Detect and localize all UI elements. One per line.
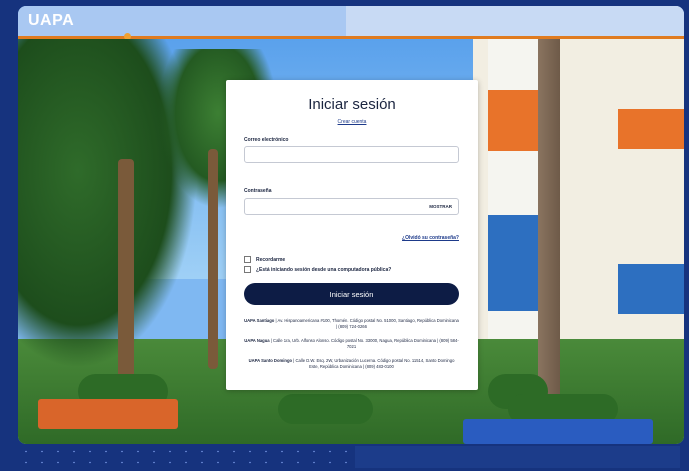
campus-name: UAPA Santiago: [244, 318, 275, 323]
password-field[interactable]: MOSTRAR: [244, 198, 459, 215]
tree-trunk: [118, 159, 134, 389]
campus-address: | Calle 1ra, Urb. Alfonso Alonso. Código…: [269, 338, 459, 349]
building-orange-band: [618, 109, 684, 149]
show-password-button[interactable]: MOSTRAR: [429, 204, 452, 209]
public-computer-row[interactable]: ¿Está iniciando sesión desde una computa…: [244, 266, 391, 273]
frame-bottom-panel: [355, 446, 680, 468]
email-field[interactable]: [244, 146, 459, 163]
email-label: Correo electrónico: [244, 137, 289, 143]
decorative-dots: [18, 446, 358, 468]
remember-me-label: Recordarme: [256, 256, 286, 263]
campus-address: | Av. Hispanoamericana #100, Thomén. Cód…: [274, 318, 459, 329]
palm-trunk: [208, 149, 218, 369]
campus-address: | Calle D.W. Esq. 2W, Urbanización Lucer…: [292, 358, 455, 369]
top-bar-right: [346, 6, 684, 36]
password-label: Contraseña: [244, 188, 272, 194]
palm-right-trunk: [538, 39, 560, 419]
campus-name: UAPA Santo Domingo: [248, 358, 293, 363]
orange-planter: [38, 399, 178, 429]
campus-name: UAPA Nagua: [244, 338, 270, 343]
login-button[interactable]: Iniciar sesión: [244, 283, 459, 305]
create-account-link[interactable]: Crear cuenta: [226, 119, 478, 125]
remember-me-checkbox[interactable]: [244, 256, 251, 263]
public-computer-label: ¿Está iniciando sesión desde una computa…: [256, 266, 392, 273]
login-card: Iniciar sesión Crear cuenta Correo elect…: [226, 80, 478, 390]
site-logo[interactable]: UAPA: [28, 12, 74, 30]
browser-screen: UAPA Iniciar sesión Crear cuenta Correo …: [18, 6, 684, 444]
login-title: Iniciar sesión: [308, 96, 396, 113]
blue-planter: [463, 419, 653, 444]
campus-santo-domingo: UAPA Santo Domingo | Calle D.W. Esq. 2W,…: [244, 358, 459, 370]
remember-me-row[interactable]: Recordarme: [244, 256, 285, 263]
hedge: [278, 394, 373, 424]
forgot-password-link[interactable]: ¿Olvidó su contraseña?: [386, 235, 459, 241]
campus-santiago: UAPA Santiago | Av. Hispanoamericana #10…: [244, 318, 459, 330]
campus-nagua: UAPA Nagua | Calle 1ra, Urb. Alfonso Alo…: [244, 338, 459, 350]
public-computer-checkbox[interactable]: [244, 266, 251, 273]
top-bar: UAPA: [18, 6, 684, 36]
building-blue-band: [618, 264, 684, 314]
